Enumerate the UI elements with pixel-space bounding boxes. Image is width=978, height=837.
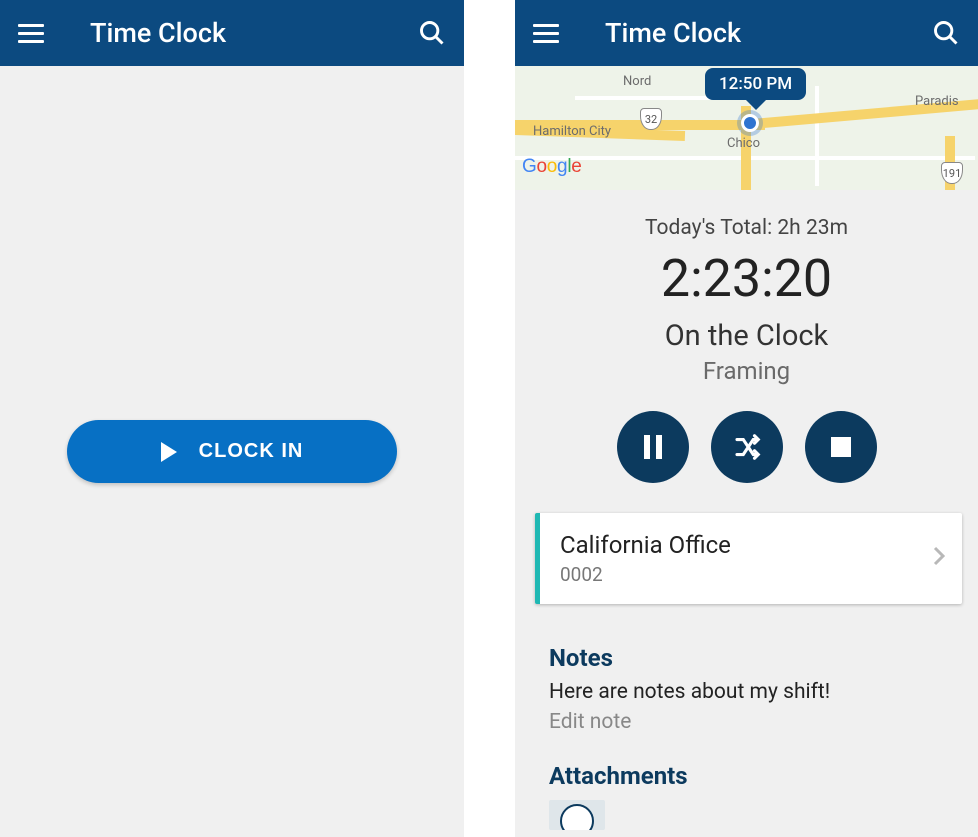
clock-in-label: CLOCK IN	[199, 440, 304, 463]
clock-controls	[515, 411, 978, 483]
map-label-chico: Chico	[727, 136, 760, 151]
pause-icon	[644, 435, 662, 459]
attachment-thumbnail[interactable]	[549, 800, 605, 830]
screen-clocked-out: Time Clock CLOCK IN	[0, 0, 464, 837]
attachment-icon	[560, 804, 594, 830]
note-body: Here are notes about my shift!	[549, 680, 978, 704]
location-map[interactable]: Nord Hamilton City Chico Paradis 32 191 …	[515, 66, 978, 190]
stop-icon	[831, 437, 851, 457]
google-logo: Google	[522, 156, 582, 178]
app-bar: Time Clock	[515, 0, 978, 66]
edit-note-link[interactable]: Edit note	[549, 710, 978, 734]
elapsed-timer: 2:23:20	[515, 248, 978, 309]
screen-clocked-in: Time Clock Nord Hamilton City Chico Para…	[515, 0, 978, 837]
clock-status: On the Clock	[515, 319, 978, 353]
today-total-label: Today's Total: 2h 23m	[515, 216, 978, 240]
location-name: California Office	[560, 531, 944, 559]
app-bar: Time Clock	[0, 0, 464, 66]
search-icon[interactable]	[932, 19, 960, 47]
switch-button[interactable]	[711, 411, 783, 483]
clocked-in-body: Today's Total: 2h 23m 2:23:20 On the Clo…	[515, 190, 978, 830]
current-task: Framing	[515, 357, 978, 385]
play-icon	[161, 442, 177, 462]
map-pin-icon	[741, 114, 759, 132]
map-pin-time: 12:50 PM	[705, 68, 806, 100]
notes-header: Notes	[549, 644, 978, 672]
map-label-paradise: Paradis	[915, 94, 959, 109]
page-title: Time Clock	[605, 17, 741, 49]
clock-in-button[interactable]: CLOCK IN	[67, 420, 397, 483]
notes-section: Notes Here are notes about my shift! Edi…	[549, 644, 978, 830]
page-title: Time Clock	[90, 17, 226, 49]
map-label-hamilton: Hamilton City	[533, 124, 611, 139]
stop-button[interactable]	[805, 411, 877, 483]
menu-icon[interactable]	[533, 18, 563, 48]
pause-button[interactable]	[617, 411, 689, 483]
location-card[interactable]: California Office 0002	[535, 513, 962, 604]
attachments-header: Attachments	[549, 762, 978, 790]
menu-icon[interactable]	[18, 18, 48, 48]
clocked-out-body: CLOCK IN	[0, 66, 464, 837]
location-code: 0002	[560, 563, 944, 586]
chevron-right-icon	[932, 546, 946, 572]
map-label-nord: Nord	[623, 74, 651, 89]
shuffle-icon	[732, 432, 762, 462]
search-icon[interactable]	[418, 19, 446, 47]
